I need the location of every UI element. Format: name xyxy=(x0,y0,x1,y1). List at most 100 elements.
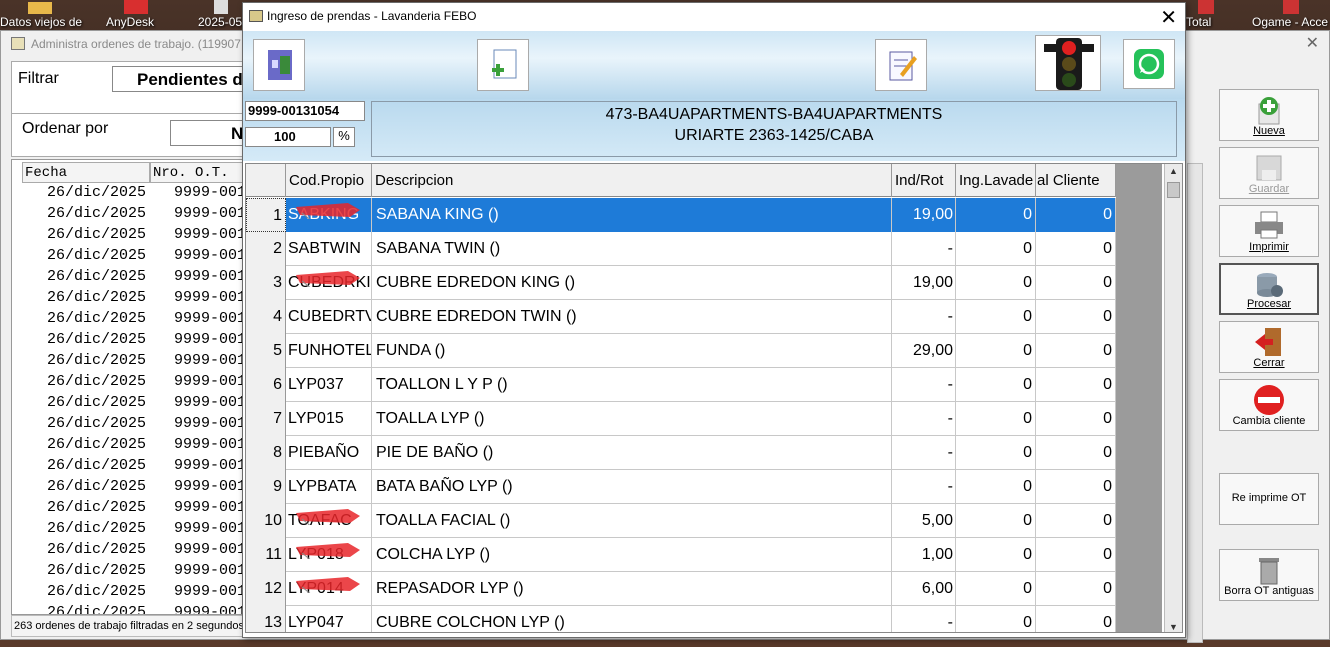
al-cliente-cell[interactable]: 0 xyxy=(1036,436,1116,470)
desktop-icon-ogame[interactable]: Ogame - Acce xyxy=(1252,0,1330,30)
description-cell[interactable]: REPASADOR LYP () xyxy=(372,572,892,606)
description-cell[interactable]: CUBRE EDREDON KING () xyxy=(372,266,892,300)
scrollbar[interactable] xyxy=(1187,163,1203,643)
ind-rot-cell[interactable]: 29,00 xyxy=(892,334,956,368)
al-cliente-cell[interactable]: 0 xyxy=(1036,198,1116,232)
table-row[interactable]: 10TOAFACTOALLA FACIAL ()5,0000 xyxy=(246,504,1116,538)
scroll-down-icon[interactable]: ▼ xyxy=(1167,622,1180,632)
reprint-ot-button[interactable]: Re imprime OT xyxy=(1219,473,1319,525)
ing-lavadero-cell[interactable]: 0 xyxy=(956,368,1036,402)
cod-propio-cell[interactable]: LYP015 xyxy=(286,402,372,436)
filter-select[interactable]: Pendientes d xyxy=(112,66,252,92)
ind-rot-cell[interactable]: - xyxy=(892,436,956,470)
al-cliente-cell[interactable]: 0 xyxy=(1036,232,1116,266)
ing-lavadero-cell[interactable]: 0 xyxy=(956,436,1036,470)
cod-propio-cell[interactable]: LYP037 xyxy=(286,368,372,402)
list-item[interactable]: 26/dic/2025 9999-001 xyxy=(22,478,242,499)
description-cell[interactable]: TOALLA LYP () xyxy=(372,402,892,436)
ind-rot-cell[interactable]: - xyxy=(892,402,956,436)
list-item[interactable]: 26/dic/2025 9999-001 xyxy=(22,562,242,583)
cod-propio-cell[interactable]: SABTWIN xyxy=(286,232,372,266)
order-number-field[interactable]: 9999-00131054 xyxy=(245,101,365,121)
ind-rot-cell[interactable]: - xyxy=(892,606,956,632)
list-item[interactable]: 26/dic/2025 9999-001 xyxy=(22,373,242,394)
list-item[interactable]: 26/dic/2025 9999-001 xyxy=(22,436,242,457)
scroll-thumb[interactable] xyxy=(1167,182,1180,198)
ing-lavadero-cell[interactable]: 0 xyxy=(956,266,1036,300)
close-icon[interactable]: ✕ xyxy=(1160,5,1177,30)
print-button[interactable]: Imprimir xyxy=(1219,205,1319,257)
list-item[interactable]: 26/dic/2025 9999-001 xyxy=(22,583,242,604)
description-cell[interactable]: SABANA KING () xyxy=(372,198,892,232)
al-cliente-cell[interactable]: 0 xyxy=(1036,402,1116,436)
ind-rot-cell[interactable]: - xyxy=(892,470,956,504)
al-cliente-cell[interactable]: 0 xyxy=(1036,538,1116,572)
list-item[interactable]: 26/dic/2025 9999-001 xyxy=(22,499,242,520)
ing-lavadero-cell[interactable]: 0 xyxy=(956,300,1036,334)
cod-propio-cell[interactable]: LYPBATA xyxy=(286,470,372,504)
table-row[interactable]: 11LYP018COLCHA LYP ()1,0000 xyxy=(246,538,1116,572)
table-row[interactable]: 3CUBEDRKICUBRE EDREDON KING ()19,0000 xyxy=(246,266,1116,300)
ind-rot-cell[interactable]: - xyxy=(892,232,956,266)
table-row[interactable]: 9 LYPBATA BATA BAÑO LYP () -0 0 xyxy=(246,470,1116,504)
al-cliente-cell[interactable]: 0 xyxy=(1036,606,1116,632)
edit-button[interactable] xyxy=(875,39,927,91)
description-cell[interactable]: SABANA TWIN () xyxy=(372,232,892,266)
grid-header-ind[interactable]: Ind/Rot xyxy=(892,164,956,197)
list-item[interactable]: 26/dic/2025 9999-001 xyxy=(22,394,242,415)
description-cell[interactable]: BATA BAÑO LYP () xyxy=(372,470,892,504)
ind-rot-cell[interactable]: 19,00 xyxy=(892,198,956,232)
al-cliente-cell[interactable]: 0 xyxy=(1036,470,1116,504)
ind-rot-cell[interactable]: 19,00 xyxy=(892,266,956,300)
cod-propio-cell[interactable]: CUBEDRTV xyxy=(286,300,372,334)
close-icon[interactable]: ✕ xyxy=(1306,33,1319,53)
al-cliente-cell[interactable]: 0 xyxy=(1036,300,1116,334)
list-header-nro[interactable]: Nro. O.T. xyxy=(150,162,242,183)
desktop-icon-anydesk[interactable]: AnyDesk xyxy=(106,0,166,30)
save-button[interactable]: Guardar xyxy=(1219,147,1319,199)
ing-lavadero-cell[interactable]: 0 xyxy=(956,572,1036,606)
list-item[interactable]: 26/dic/2025 9999-001 xyxy=(22,415,242,436)
scroll-up-icon[interactable]: ▲ xyxy=(1167,166,1180,176)
ing-lavadero-cell[interactable]: 0 xyxy=(956,402,1036,436)
ind-rot-cell[interactable]: 1,00 xyxy=(892,538,956,572)
table-row[interactable]: 1SABKINGSABANA KING ()19,0000 xyxy=(246,198,1116,232)
whatsapp-button[interactable] xyxy=(1123,39,1175,89)
percent-field[interactable]: 100 xyxy=(245,127,331,147)
order-select[interactable]: N xyxy=(170,120,250,146)
grid-header-desc[interactable]: Descripcion xyxy=(372,164,892,197)
new-button[interactable]: Nueva xyxy=(1219,89,1319,141)
ind-rot-cell[interactable]: - xyxy=(892,368,956,402)
grid-header-cod[interactable]: Cod.Propio xyxy=(286,164,372,197)
description-cell[interactable]: TOALLON L Y P () xyxy=(372,368,892,402)
grid-header-cli[interactable]: al Cliente xyxy=(1036,164,1116,197)
ind-rot-cell[interactable]: - xyxy=(892,300,956,334)
al-cliente-cell[interactable]: 0 xyxy=(1036,504,1116,538)
description-cell[interactable]: PIE DE BAÑO () xyxy=(372,436,892,470)
table-row[interactable]: 5 FUNHOTEL FUNDA () 29,00 0 0 xyxy=(246,334,1116,368)
ing-lavadero-cell[interactable]: 0 xyxy=(956,606,1036,632)
garments-grid[interactable]: Cod.Propio Descripcion Ind/Rot Ing.Lavad… xyxy=(245,163,1183,633)
list-item[interactable]: 26/dic/2025 9999-001 xyxy=(22,604,242,614)
description-cell[interactable]: CUBRE COLCHON LYP () xyxy=(372,606,892,632)
list-item[interactable]: 26/dic/2025 9999-001 xyxy=(22,310,242,331)
table-row[interactable]: 7 LYP015 TOALLA LYP () -0 0 xyxy=(246,402,1116,436)
description-cell[interactable]: CUBRE EDREDON TWIN () xyxy=(372,300,892,334)
cod-propio-cell[interactable]: LYP047 xyxy=(286,606,372,632)
ing-lavadero-cell[interactable]: 0 xyxy=(956,538,1036,572)
ind-rot-cell[interactable]: 5,00 xyxy=(892,504,956,538)
list-item[interactable]: 26/dic/2025 9999-001 xyxy=(22,352,242,373)
close-button[interactable]: Cerrar xyxy=(1219,321,1319,373)
list-item[interactable]: 26/dic/2025 9999-001 xyxy=(22,205,242,226)
ing-lavadero-cell[interactable]: 0 xyxy=(956,470,1036,504)
table-row[interactable]: 8 PIEBAÑO PIE DE BAÑO () -0 0 xyxy=(246,436,1116,470)
table-row[interactable]: 2 SABTWIN SABANA TWIN () -0 0 xyxy=(246,232,1116,266)
description-cell[interactable]: FUNDA () xyxy=(372,334,892,368)
list-item[interactable]: 26/dic/2025 9999-001 xyxy=(22,331,242,352)
list-item[interactable]: 26/dic/2025 9999-001 xyxy=(22,268,242,289)
table-row[interactable]: 13 LYP047 CUBRE COLCHON LYP () -0 0 xyxy=(246,606,1116,632)
traffic-light-button[interactable] xyxy=(1035,35,1101,91)
table-row[interactable]: 4 CUBEDRTV CUBRE EDREDON TWIN () -0 0 xyxy=(246,300,1116,334)
ind-rot-cell[interactable]: 6,00 xyxy=(892,572,956,606)
desktop-icon-2025[interactable]: 2025-05 xyxy=(198,0,242,30)
